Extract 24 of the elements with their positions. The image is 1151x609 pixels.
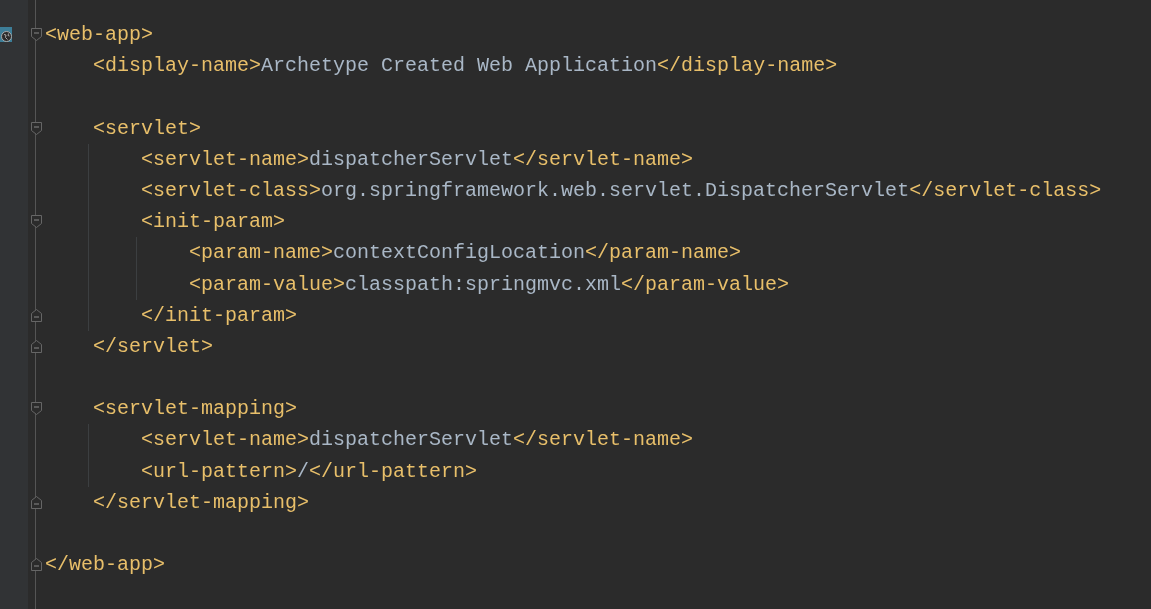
code-line: <param-name>contextConfigLocation</param-name> xyxy=(189,240,742,267)
globe-icon[interactable] xyxy=(0,27,12,43)
code-line: <servlet-name>dispatcherServlet</servlet-name> xyxy=(141,146,694,173)
fold-marker-icon[interactable] xyxy=(30,401,43,417)
code-line: <param-value>classpath:springmvc.xml</param-value> xyxy=(189,271,790,298)
fold-marker-icon[interactable] xyxy=(30,338,43,354)
code-line: </web-app> xyxy=(45,552,166,579)
code-line: <display-name>Archetype Created Web Application</display-name> xyxy=(93,53,838,80)
code-line: <init-param> xyxy=(141,209,286,236)
code-line: </servlet-mapping> xyxy=(93,489,310,516)
code-line: <servlet-class>org.springframework.web.servlet.DispatcherServlet</servlet-class> xyxy=(141,177,1102,204)
fold-marker-icon[interactable] xyxy=(30,120,43,136)
code-line: </init-param> xyxy=(141,302,298,329)
code-line: <web-app> xyxy=(45,22,154,48)
fold-marker-icon[interactable] xyxy=(30,27,43,43)
code-line: <servlet> xyxy=(93,115,202,142)
fold-marker-icon[interactable] xyxy=(30,214,43,230)
fold-marker-icon[interactable] xyxy=(30,307,43,323)
code-line: </servlet> xyxy=(93,333,214,360)
fold-marker-icon[interactable] xyxy=(30,557,43,573)
code-line: <servlet-mapping> xyxy=(93,396,298,423)
code-line: <url-pattern>/</url-pattern> xyxy=(141,458,478,485)
code-line: <servlet-name>dispatcherServlet</servlet-name> xyxy=(141,427,694,454)
fold-marker-icon[interactable] xyxy=(30,494,43,510)
